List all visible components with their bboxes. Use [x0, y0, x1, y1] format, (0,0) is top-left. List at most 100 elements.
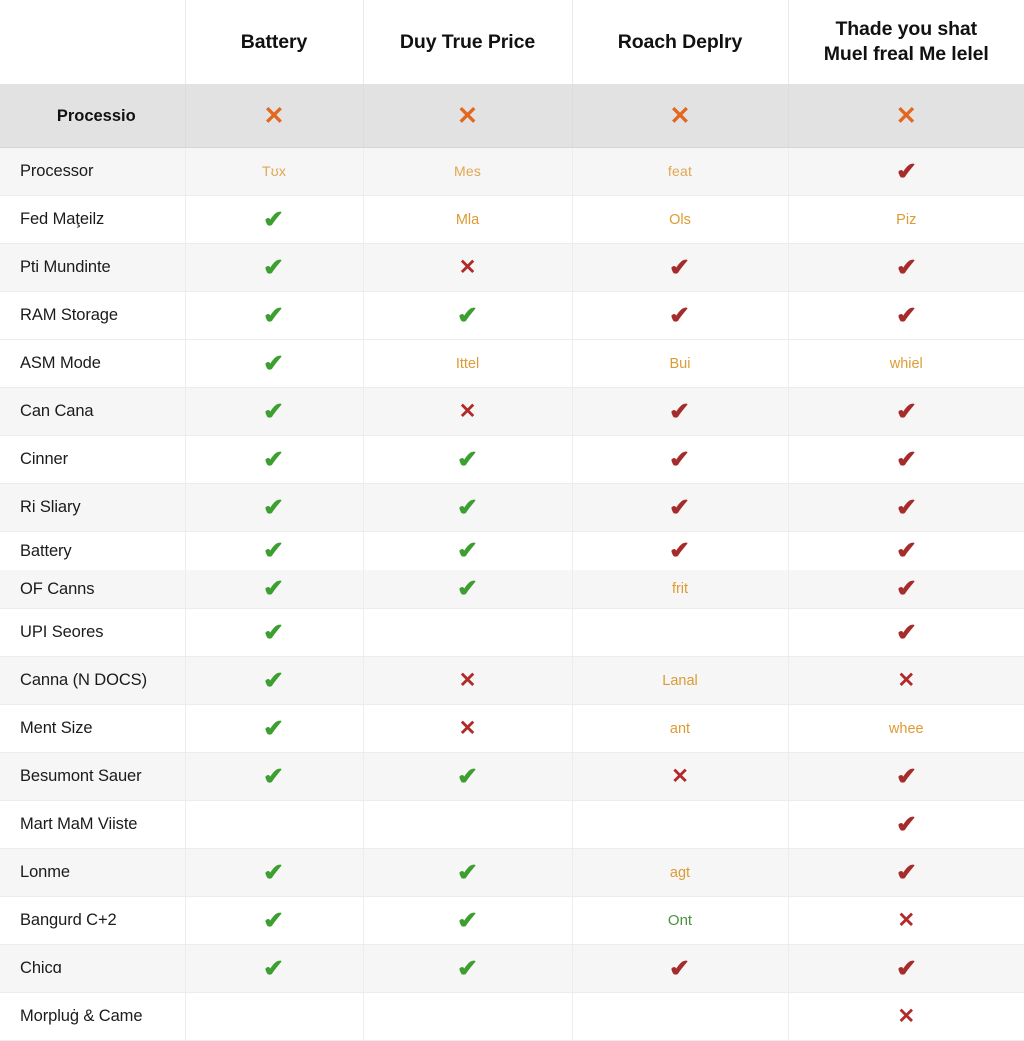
table-cell: ✕	[362, 243, 572, 292]
section-cell: ✕	[571, 84, 788, 148]
table-cell: ✔	[184, 387, 363, 436]
table-row[interactable]: Processor Tʊx Mes feat ✔	[0, 147, 1024, 196]
table-cell: ✔	[787, 531, 1024, 570]
column-header-4[interactable]: Thade you shat Muel freal Me lelel	[787, 0, 1024, 85]
cross-icon: ✕	[897, 668, 916, 692]
cell-value-text: Piz	[896, 211, 917, 228]
table-body: Processio ✕ ✕ ✕ ✕ Processor Tʊx Mes feat ✔ Fed Maţ…	[0, 84, 1024, 1041]
table-row[interactable]: ASM Mode ✔ Ittel Bui whiel	[0, 339, 1024, 388]
table-row[interactable]: Ment Size ✔ ✕ ant whee	[0, 704, 1024, 753]
column-header-1[interactable]: Battery	[184, 0, 363, 85]
table-row[interactable]: Cinner ✔ ✔ ✔ ✔	[0, 435, 1024, 484]
check-icon: ✔	[262, 761, 286, 790]
table-row[interactable]: Morpluġ & Came ✕	[0, 992, 1024, 1041]
table-cell: ✔	[184, 752, 363, 801]
table-cell: feat	[571, 147, 788, 196]
table-row[interactable]: Bangurd C+2 ✔ ✔ Ont ✕	[0, 896, 1024, 945]
row-label: OF Canns	[0, 570, 185, 609]
cell-value-text: whiel	[889, 355, 923, 372]
cell-value-text: Bui	[669, 355, 691, 372]
row-label: Battery	[0, 531, 185, 570]
table-row[interactable]: Battery ✔ ✔ ✔ ✔	[0, 531, 1024, 570]
table-cell: ✔	[787, 944, 1024, 993]
check-icon: ✔	[262, 348, 286, 377]
check-icon: ✔	[262, 396, 286, 425]
table-cell: Ont	[571, 896, 788, 945]
table-cell: ✔	[184, 944, 363, 993]
table-cell: ✔	[184, 608, 363, 657]
cross-icon: ✕	[458, 399, 477, 423]
table-row[interactable]: Besumont Sauer ✔ ✔ ✕ ✔	[0, 752, 1024, 801]
check-icon: ✔	[455, 574, 480, 602]
table-cell: Ols	[571, 195, 788, 244]
check-icon: ✔	[668, 953, 692, 982]
table-row[interactable]: Chicɑ ✔ ✔ ✔ ✔	[0, 944, 1024, 993]
table-row[interactable]: Ri Sliary ✔ ✔ ✔ ✔	[0, 483, 1024, 532]
table-cell: agt	[571, 848, 788, 897]
table-row[interactable]: Fed Maţeilz ✔ Mla Ols Piz	[0, 195, 1024, 244]
cross-icon: ✕	[458, 255, 477, 279]
table-row[interactable]: Lonme ✔ ✔ agt ✔	[0, 848, 1024, 897]
table-cell: ✔	[787, 483, 1024, 532]
row-label: Besumont Sauer	[0, 752, 185, 801]
check-icon: ✔	[894, 574, 918, 602]
table-cell: ✔	[184, 896, 363, 945]
check-icon: ✔	[894, 396, 918, 425]
cell-value-text: Ont	[667, 911, 693, 929]
table-row[interactable]: Pti Mundinte ✔ ✕ ✔ ✔	[0, 243, 1024, 292]
table-row[interactable]: RAM Storage ✔ ✔ ✔ ✔	[0, 291, 1024, 340]
table-cell: ✔	[362, 531, 572, 570]
table-cell	[571, 992, 788, 1041]
table-cell: Lanal	[571, 656, 788, 705]
table-cell: ✔	[184, 531, 363, 570]
check-icon: ✔	[668, 492, 692, 521]
table-cell: ✔	[787, 800, 1024, 849]
check-icon: ✔	[894, 252, 918, 281]
table-cell: ✔	[787, 848, 1024, 897]
check-icon: ✔	[894, 953, 918, 982]
check-icon: ✔	[894, 300, 918, 329]
cell-value-text: ant	[669, 720, 691, 737]
check-icon: ✔	[894, 536, 918, 564]
table-row[interactable]: UPI Seores ✔ ✔	[0, 608, 1024, 657]
check-icon: ✔	[262, 953, 286, 982]
table-cell: ✔	[184, 195, 363, 244]
row-label: RAM Storage	[0, 291, 185, 340]
table-cell: ✕	[787, 656, 1024, 705]
table-cell: ✔	[787, 570, 1024, 609]
table-cell: ✔	[571, 387, 788, 436]
table-cell: ✕	[787, 896, 1024, 945]
table-row[interactable]: Mart MaM Viiste ✔	[0, 800, 1024, 849]
table-cell: ✔	[184, 243, 363, 292]
check-icon: ✔	[262, 905, 286, 934]
check-icon: ✔	[668, 300, 692, 329]
cross-icon: ✕	[895, 101, 917, 130]
cell-value-text: Ols	[669, 211, 691, 228]
row-label: ASM Mode	[0, 339, 185, 388]
cell-value-text: frit	[671, 581, 689, 597]
table-cell: ✔	[787, 243, 1024, 292]
table-cell: ✔	[184, 291, 363, 340]
table-cell: ant	[571, 704, 788, 753]
cross-icon: ✕	[458, 716, 477, 740]
table-cell: ✔	[787, 752, 1024, 801]
table-cell: ✔	[787, 147, 1024, 196]
cell-value-text: Mla	[455, 211, 480, 228]
table-cell: ✔	[571, 291, 788, 340]
column-header-2[interactable]: Duy True Price	[362, 0, 572, 85]
section-cell: ✕	[184, 84, 363, 148]
table-cell: ✕	[787, 992, 1024, 1041]
table-cell: ✕	[571, 752, 788, 801]
table-row[interactable]: OF Canns ✔ ✔ frit ✔	[0, 570, 1024, 609]
table-cell	[362, 800, 572, 849]
cell-value-text: Ittel	[455, 355, 480, 372]
comparison-table: Battery Duy True Price Roach Deplry Thad…	[0, 0, 1024, 1041]
table-cell: ✕	[362, 704, 572, 753]
table-row[interactable]: Canna (N DOCS) ✔ ✕ Lanal ✕	[0, 656, 1024, 705]
table-row[interactable]: Can Cana ✔ ✕ ✔ ✔	[0, 387, 1024, 436]
column-header-3[interactable]: Roach Deplry	[571, 0, 788, 85]
table-cell	[184, 992, 363, 1041]
cell-value-text: Mes	[453, 162, 482, 179]
cell-value-text: agt	[669, 864, 691, 881]
check-icon: ✔	[894, 156, 918, 185]
